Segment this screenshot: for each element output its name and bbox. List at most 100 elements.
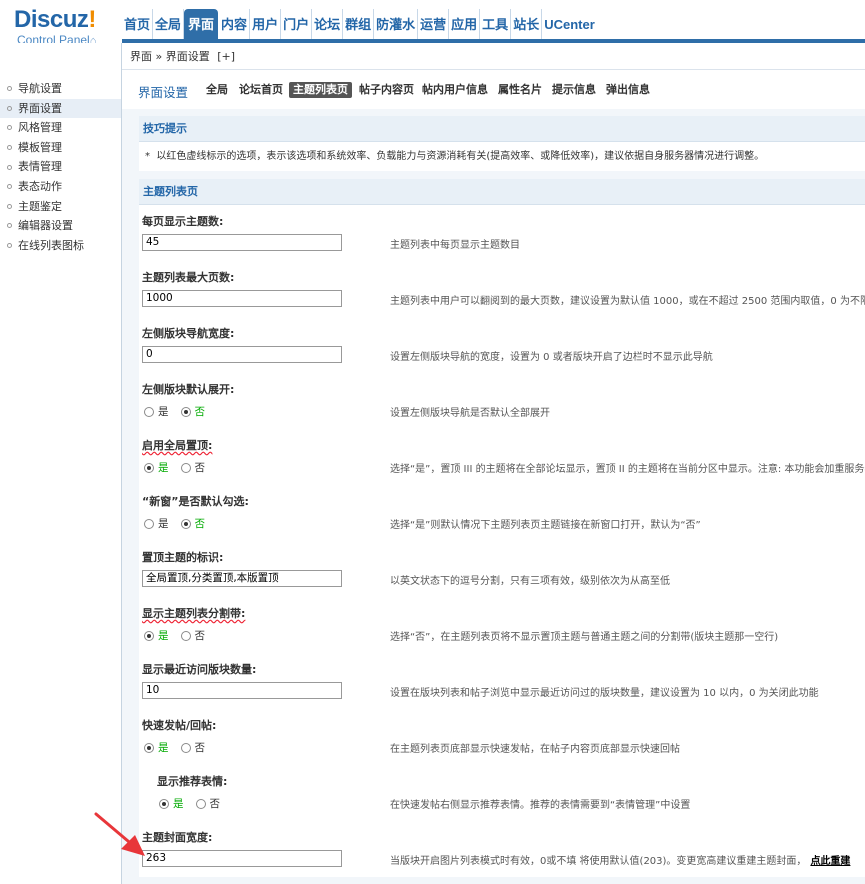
setting-label: 显示推荐表情: xyxy=(157,775,228,788)
tab-2[interactable]: 主题列表页 xyxy=(289,82,352,98)
setting-input[interactable]: 1000 xyxy=(142,290,342,307)
tips-text: * 以红色虚线标示的选项，表示该选项和系统效率、负载能力与资源消耗有关(提高效率… xyxy=(139,142,865,171)
radio-button-icon[interactable] xyxy=(144,406,154,417)
main-content: 界面设置 全局 论坛首页 主题列表页 帖子内容页 帖内用户信息 属性名片 提示信息 弹出信息 … xyxy=(122,71,865,884)
description-text: 设置左侧版块导航的宽度，设置为 0 或者版块开启了边栏时不显示此导航 xyxy=(390,352,713,363)
radio-yes[interactable]: 是 xyxy=(144,404,169,419)
radio-button-icon[interactable] xyxy=(180,742,191,753)
sidebar-item-7[interactable]: 编辑器设置 xyxy=(0,216,122,236)
setting-description: 选择“是”则默认情况下主题列表页主题链接在新窗口打开，默认为“否” xyxy=(390,516,701,531)
sidebar-item-5[interactable]: 表态动作 xyxy=(0,177,122,197)
radio-no[interactable]: 否 xyxy=(195,796,221,811)
radio-yes[interactable]: 是 xyxy=(144,460,169,475)
setting-row: 显示主题列表分割带: 是否选择“否”，在主题列表页将不显示置顶主题与普通主题之间的… xyxy=(139,597,865,653)
setting-input[interactable]: 全局置顶,分类置顶,本版置顶 xyxy=(142,570,342,587)
setting-description: 设置左侧版块导航是否默认全部展开 xyxy=(390,404,550,419)
setting-input[interactable]: 10 xyxy=(142,682,342,699)
radio-label: 是 xyxy=(158,742,169,754)
breadcrumb-path: 界面 » 界面设置 xyxy=(130,50,210,63)
radio-label: 是 xyxy=(158,630,169,642)
sidebar-item-label: 模板管理 xyxy=(18,140,62,154)
radio-button-icon[interactable] xyxy=(144,742,154,753)
setting-row: 主题列表最大页数: 1000 主题列表中用户可以翻阅到的最大页数，建议设置为默认值 … xyxy=(139,261,865,317)
radio-yes[interactable]: 是 xyxy=(144,628,169,643)
radio-no[interactable]: 否 xyxy=(180,628,205,643)
setting-input[interactable]: 45 xyxy=(142,234,342,251)
nav-item-3[interactable]: 内容 xyxy=(219,9,251,43)
nav-item-11[interactable]: 工具 xyxy=(480,9,512,43)
radio-label: 否 xyxy=(194,462,206,474)
sidebar-item-3[interactable]: 模板管理 xyxy=(0,138,122,158)
sidebar-item-4[interactable]: 表情管理 xyxy=(0,157,122,177)
tab-5[interactable]: 属性名片 xyxy=(498,82,542,98)
radio-button-icon[interactable] xyxy=(144,518,154,529)
section-header: 主题列表页 xyxy=(139,179,865,205)
nav-item-8[interactable]: 防灌水 xyxy=(374,9,419,43)
tab-6[interactable]: 提示信息 xyxy=(552,82,596,98)
sidebar-item-label: 表情管理 xyxy=(18,160,62,174)
tab-3[interactable]: 帖子内容页 xyxy=(359,82,414,98)
description-text: 主题列表中用户可以翻阅到的最大页数，建议设置为默认值 1000，或在不超过 25… xyxy=(390,296,865,307)
discuz-logo[interactable]: Discuz! Control Panel⌂ xyxy=(14,8,118,48)
radio-button-icon[interactable] xyxy=(144,462,154,473)
tab-7[interactable]: 弹出信息 xyxy=(606,82,650,98)
bullet-icon xyxy=(7,125,12,131)
sidebar-item-1[interactable]: 界面设置 xyxy=(0,98,122,119)
radio-no[interactable]: 否 xyxy=(180,516,205,531)
nav-item-5[interactable]: 门户 xyxy=(281,9,313,43)
description-text: 主题列表中每页显示主题数目 xyxy=(390,240,520,251)
setting-row: 显示最近访问版块数量: 10 设置在版块列表和帖子浏览中显示最近访问过的版块数量，建… xyxy=(139,653,865,709)
tips-header: 技巧提示 xyxy=(139,116,865,142)
radio-yes[interactable]: 是 xyxy=(144,740,169,755)
radio-button-icon[interactable] xyxy=(159,798,169,809)
radio-button-icon[interactable] xyxy=(180,462,191,473)
setting-row: “新窗”是否默认勾选: 是否选择“是”则默认情况下主题列表页主题链接在新窗口打开，… xyxy=(139,485,865,541)
nav-item-12[interactable]: 站长 xyxy=(511,9,543,43)
radio-yes[interactable]: 是 xyxy=(144,516,169,531)
sidebar-item-6[interactable]: 主题鉴定 xyxy=(0,197,122,217)
nav-item-0[interactable]: 首页 xyxy=(122,9,154,43)
sidebar-item-label: 界面设置 xyxy=(18,101,62,115)
bullet-icon xyxy=(7,164,12,170)
nav-item-6[interactable]: 论坛 xyxy=(312,9,344,43)
nav-item-2[interactable]: 界面 xyxy=(184,9,219,43)
tab-4[interactable]: 帖内用户信息 xyxy=(422,82,488,98)
nav-item-7[interactable]: 群组 xyxy=(343,9,375,43)
setting-description: 当版块开启图片列表模式时有效，0或不填 将使用默认值(203)。变更宽高建议重建… xyxy=(390,852,850,867)
add-to-shortcuts-button[interactable]: [+] xyxy=(217,50,235,63)
nav-item-9[interactable]: 运营 xyxy=(418,9,450,43)
radio-button-icon[interactable] xyxy=(180,406,191,417)
tab-0[interactable]: 全局 xyxy=(206,82,228,98)
description-text: 以英文状态下的逗号分割，只有三项有效，级别依次为从高至低 xyxy=(390,576,670,587)
bullet-icon xyxy=(7,203,12,209)
setting-description: 选择“是”，置顶 III 的主题将在全部论坛显示，置顶 II 的主题将在当前分区… xyxy=(390,460,865,475)
rebuild-cover-link[interactable]: 点此重建 xyxy=(810,856,850,867)
setting-label: 置顶主题的标识: xyxy=(142,551,224,564)
setting-row: 置顶主题的标识: 全局置顶,分类置顶,本版置顶 以英文状态下的逗号分割，只有三项有效… xyxy=(139,541,865,597)
description-text: 设置在版块列表和帖子浏览中显示最近访问过的版块数量，建议设置为 10 以内，0 … xyxy=(390,688,819,699)
setting-input[interactable]: 263 xyxy=(142,850,342,867)
description-text: 设置左侧版块导航是否默认全部展开 xyxy=(390,408,550,419)
radio-button-icon[interactable] xyxy=(144,630,154,641)
sidebar-item-0[interactable]: 导航设置 xyxy=(0,79,122,99)
radio-no[interactable]: 否 xyxy=(180,404,205,419)
nav-item-4[interactable]: 用户 xyxy=(250,9,282,43)
sidebar-item-label: 表态动作 xyxy=(18,179,62,193)
bullet-icon xyxy=(7,105,12,111)
nav-item-13[interactable]: UCenter xyxy=(542,9,597,43)
description-text: 选择“是”，置顶 III 的主题将在全部论坛显示，置顶 II 的主题将在当前分区… xyxy=(390,464,865,475)
radio-no[interactable]: 否 xyxy=(180,460,206,475)
tab-1[interactable]: 论坛首页 xyxy=(239,82,283,98)
nav-item-1[interactable]: 全局 xyxy=(153,9,185,43)
sidebar-item-2[interactable]: 风格管理 xyxy=(0,118,122,138)
radio-no[interactable]: 否 xyxy=(180,740,206,755)
radio-yes[interactable]: 是 xyxy=(159,796,184,811)
setting-input[interactable]: 0 xyxy=(142,346,342,363)
radio-button-icon[interactable] xyxy=(180,518,191,529)
radio-label: 否 xyxy=(194,742,206,754)
radio-label: 否 xyxy=(209,798,221,810)
nav-item-10[interactable]: 应用 xyxy=(449,9,481,43)
radio-button-icon[interactable] xyxy=(180,630,191,641)
sidebar-item-8[interactable]: 在线列表图标 xyxy=(0,236,122,256)
radio-button-icon[interactable] xyxy=(195,798,206,809)
